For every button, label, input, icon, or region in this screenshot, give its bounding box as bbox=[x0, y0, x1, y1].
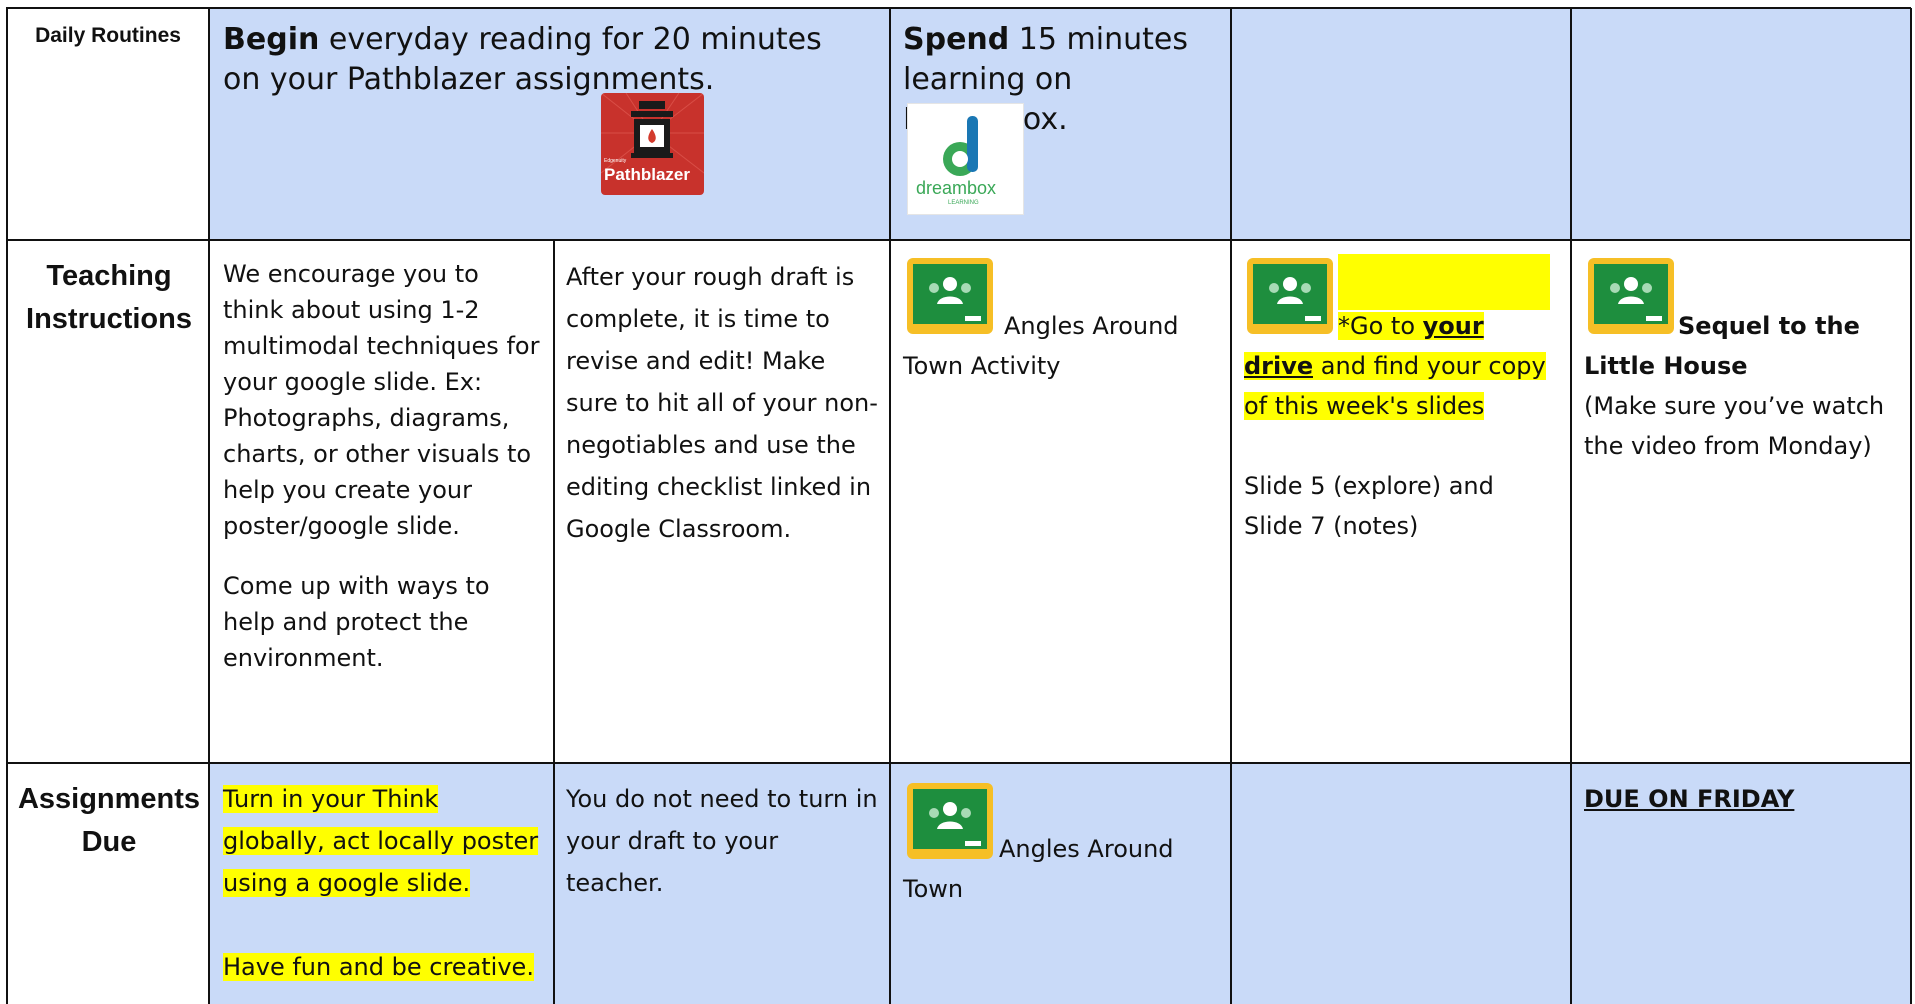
dreambox-logo: dreambox LEARNING bbox=[907, 103, 1024, 215]
assignments-col3: Angles Around Town bbox=[903, 835, 1174, 903]
row-divider-2 bbox=[6, 762, 1911, 764]
daily-reading-text: Begin everyday reading for 20 minutes on… bbox=[223, 22, 822, 97]
teaching-col4-p2: Slide 5 (explore) and Slide 7 (notes) bbox=[1244, 472, 1494, 540]
assignments-col5[interactable]: DUE ON FRIDAY bbox=[1584, 778, 1904, 820]
assignments-col1-p2: Have fun and be creative. bbox=[223, 953, 534, 981]
col-divider-1 bbox=[208, 8, 210, 1004]
highlight-block bbox=[1338, 254, 1550, 310]
row-divider-1 bbox=[6, 239, 1911, 241]
teaching-col3: Angles Around Town Activity bbox=[903, 312, 1179, 380]
pathblazer-logo-small: Edgenuity bbox=[604, 158, 627, 164]
col-divider-3 bbox=[889, 8, 891, 1004]
teaching-col5-note: (Make sure you’ve watch the video from M… bbox=[1584, 392, 1885, 460]
row-header-daily-routines: Daily Routines bbox=[35, 24, 181, 47]
pathblazer-logo-text: Pathblazer bbox=[604, 165, 690, 184]
pathblazer-logo: Edgenuity Pathblazer bbox=[601, 93, 704, 195]
row-header-assignments-due: Assignments Due bbox=[17, 783, 201, 858]
teaching-col1-p1: We encourage you to think about using 1-… bbox=[223, 260, 540, 540]
dreambox-logo-sub: LEARNING bbox=[948, 200, 979, 206]
dreambox-logo-text: dreambox bbox=[916, 178, 997, 198]
teaching-col1-p2: Come up with ways to help and protect th… bbox=[223, 572, 490, 672]
teaching-col4: *Go to your drive and find your copy of … bbox=[1244, 306, 1559, 546]
col-divider-2 bbox=[553, 240, 555, 1004]
assignments-col1-p1: Turn in your Think globally, act locally… bbox=[223, 785, 539, 897]
assignments-col1: Turn in your Think globally, act locally… bbox=[223, 778, 543, 988]
table-border-left bbox=[6, 8, 8, 1004]
col-divider-5 bbox=[1570, 8, 1572, 1004]
teaching-col1: We encourage you to think about using 1-… bbox=[223, 256, 543, 676]
teaching-col5-title: Sequel to the Little House bbox=[1584, 312, 1860, 380]
teaching-col2: After your rough draft is complete, it i… bbox=[566, 263, 878, 543]
schedule-table: Daily Routines Teaching Instructions Ass… bbox=[0, 0, 1915, 1004]
assignments-col2: You do not need to turn in your draft to… bbox=[566, 785, 878, 897]
teaching-col5: Sequel to the Little House (Make sure yo… bbox=[1584, 306, 1904, 466]
row-header-teaching-instructions: Teaching Instructions bbox=[26, 260, 192, 335]
col-divider-4 bbox=[1230, 8, 1232, 1004]
table-border-right bbox=[1910, 8, 1912, 1004]
table-border-top bbox=[6, 7, 1911, 9]
